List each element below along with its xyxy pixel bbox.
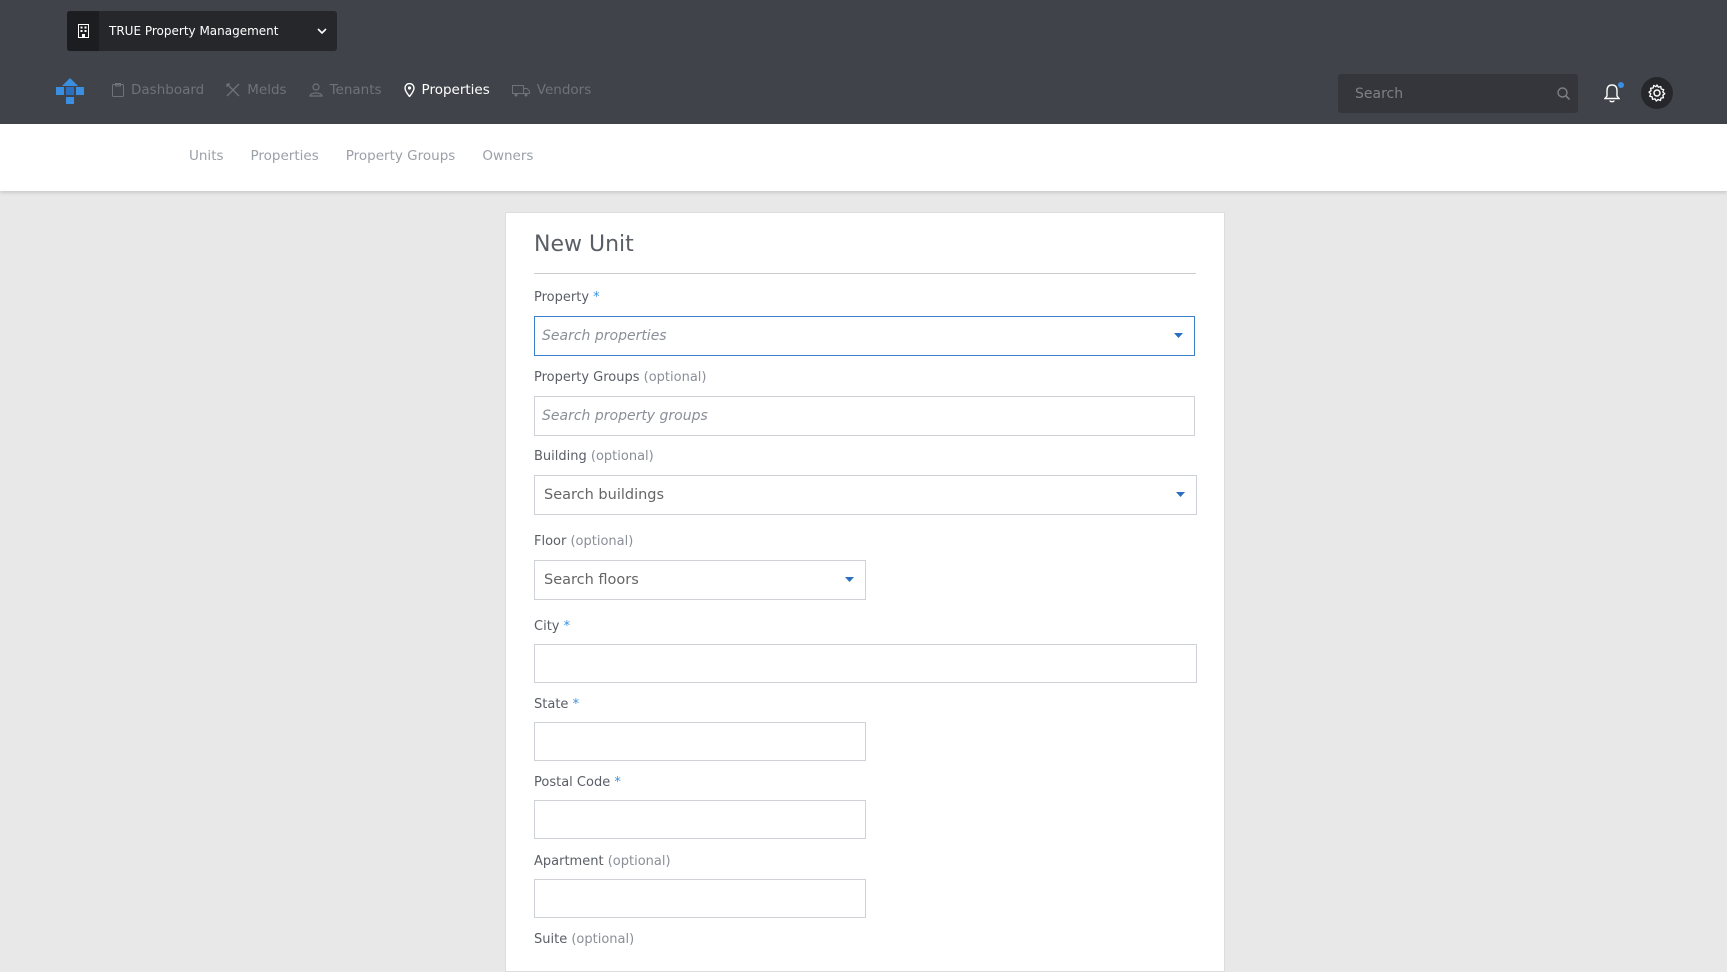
subnav-properties[interactable]: Properties [251, 148, 319, 164]
state-label: State * [534, 697, 580, 712]
gear-icon [1648, 84, 1666, 102]
building-icon [67, 11, 99, 51]
property-select[interactable] [534, 316, 1195, 356]
postal-code-field[interactable] [534, 800, 866, 839]
nav-properties-label: Properties [421, 82, 490, 98]
nav-dashboard[interactable]: Dashboard [112, 82, 204, 98]
apartment-label: Apartment (optional) [534, 854, 671, 869]
tools-icon [226, 83, 240, 97]
caret-down-icon[interactable] [833, 577, 865, 583]
new-unit-card: New Unit Property * Property Groups (opt… [505, 212, 1225, 972]
main-nav: Dashboard Melds Tenants Properties Vendo… [112, 82, 591, 98]
sub-nav: Units Properties Property Groups Owners [0, 124, 1727, 191]
settings-button[interactable] [1641, 77, 1673, 109]
person-icon [308, 83, 323, 97]
truck-icon [511, 84, 530, 96]
city-input[interactable] [535, 645, 1196, 682]
org-name: TRUE Property Management [109, 24, 279, 38]
top-bar: TRUE Property Management Dashboard Melds… [0, 0, 1727, 124]
building-select[interactable]: Search buildings [534, 475, 1197, 515]
nav-melds-label: Melds [247, 82, 287, 98]
subnav-owners[interactable]: Owners [482, 148, 533, 164]
global-search [1338, 74, 1578, 113]
notifications-button[interactable] [1604, 82, 1624, 104]
city-label: City * [534, 619, 571, 634]
postal-code-label: Postal Code * [534, 775, 621, 790]
building-label: Building (optional) [534, 449, 654, 464]
state-field[interactable] [534, 722, 866, 761]
state-input[interactable] [535, 723, 865, 760]
property-groups-select[interactable] [534, 396, 1195, 436]
property-groups-search-input[interactable] [535, 397, 1194, 435]
property-search-input[interactable] [535, 317, 1162, 355]
nav-tenants-label: Tenants [329, 82, 382, 98]
caret-down-icon[interactable] [1162, 333, 1194, 339]
nav-properties[interactable]: Properties [403, 82, 490, 98]
floor-select[interactable]: Search floors [534, 560, 866, 600]
building-select-value: Search buildings [544, 487, 665, 503]
subnav-property-groups[interactable]: Property Groups [346, 148, 456, 164]
nav-melds[interactable]: Melds [226, 82, 287, 98]
search-icon[interactable] [1548, 87, 1578, 100]
logo-icon[interactable] [56, 78, 84, 104]
nav-vendors-label: Vendors [536, 82, 592, 98]
search-input[interactable] [1338, 85, 1548, 102]
property-groups-label: Property Groups (optional) [534, 370, 707, 385]
notification-badge [1618, 82, 1624, 88]
city-field[interactable] [534, 644, 1197, 683]
postal-code-input[interactable] [535, 801, 865, 838]
floor-label: Floor (optional) [534, 534, 634, 549]
org-switcher[interactable]: TRUE Property Management [67, 11, 337, 51]
suite-label: Suite (optional) [534, 932, 635, 947]
apartment-field[interactable] [534, 879, 866, 918]
page-title: New Unit [534, 232, 1196, 274]
apartment-input[interactable] [535, 880, 865, 917]
nav-dashboard-label: Dashboard [131, 82, 205, 98]
nav-vendors[interactable]: Vendors [511, 82, 592, 98]
chevron-down-icon [307, 27, 337, 35]
floor-select-value: Search floors [544, 572, 639, 588]
property-label: Property * [534, 290, 600, 305]
nav-tenants[interactable]: Tenants [308, 82, 382, 98]
map-pin-icon [403, 83, 415, 97]
bell-icon [1604, 84, 1620, 103]
caret-down-icon[interactable] [1164, 492, 1196, 498]
clipboard-icon [112, 83, 124, 97]
subnav-units[interactable]: Units [189, 148, 224, 164]
